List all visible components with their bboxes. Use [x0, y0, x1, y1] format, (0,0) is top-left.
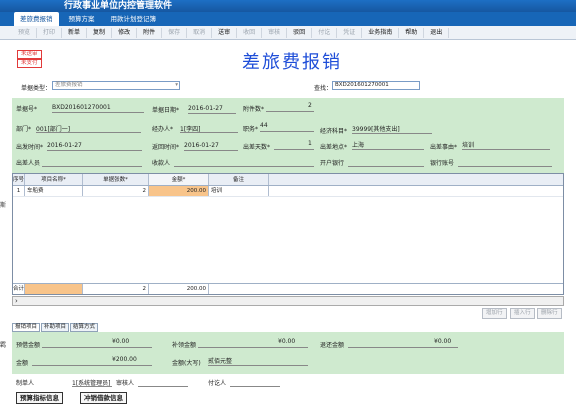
reviewer-label: 审核人: [116, 380, 135, 387]
total-count: 2: [83, 284, 149, 294]
nav-tabs: 差旅费报销 预算方案 用款计划登记簿: [0, 12, 576, 26]
doc-type-label: 单据类型：: [21, 85, 52, 92]
approve-button[interactable]: 审核: [262, 27, 288, 38]
tab-travel-expense[interactable]: 差旅费报销: [14, 12, 59, 26]
print-button[interactable]: 打印: [37, 27, 63, 38]
new-button[interactable]: 新单: [62, 27, 88, 38]
depart-time-label: 出发时间*: [16, 144, 44, 151]
cancel-button[interactable]: 取消: [187, 27, 213, 38]
side-label: 羁: [0, 342, 7, 349]
side-label: 斯: [0, 202, 7, 209]
doc-type-select[interactable]: 差旅费报销 ▾: [52, 81, 180, 90]
return-time-label: 返回时间*: [152, 144, 180, 151]
total-label: 合计: [13, 284, 25, 294]
col-count: 单据张数*: [83, 174, 149, 185]
days-label: 出差天数*: [243, 144, 271, 151]
col-item: 项目名称*: [25, 174, 83, 185]
reason-label: 出差事由*: [430, 144, 458, 151]
loan-offset-button[interactable]: 冲销借款信息: [80, 392, 127, 404]
attach-count-label: 附件数*: [243, 106, 265, 113]
loan-label: 预借金额: [16, 342, 41, 349]
tab-settlement[interactable]: 结算方式: [70, 323, 99, 332]
people-label: 出差人员: [16, 160, 41, 167]
expense-grid: 序号 项目名称* 单据张数* 金额* 备注 1 车船费 2 200.00 培训 …: [12, 173, 564, 295]
col-note: 备注: [209, 174, 269, 185]
not-paid-stamp: 未支付: [17, 59, 42, 68]
grid-total-row: 合计 2 200.00: [13, 283, 563, 294]
bank-no-field[interactable]: [458, 158, 552, 167]
tab-expense-items[interactable]: 报销项目: [12, 323, 41, 332]
table-row[interactable]: 1 车船费 2 200.00 培训: [13, 186, 563, 197]
row-count[interactable]: 2: [83, 186, 149, 196]
bank-label: 开户银行: [320, 160, 345, 167]
voucher-button[interactable]: 凭证: [337, 27, 363, 38]
people-field[interactable]: [42, 158, 142, 167]
search-input[interactable]: BXD201601270001: [332, 81, 420, 90]
total-amount-label: 金额: [16, 360, 29, 367]
delete-row-button[interactable]: 删除行: [537, 308, 562, 319]
total-item-blank: [25, 284, 83, 294]
handler-label: 经办人*: [152, 126, 174, 133]
toolbar: 预览 打印 新单 复制 修改 附件 保存 取消 送审 收回 审核 驳回 付讫 凭…: [0, 26, 576, 40]
submit-button[interactable]: 送审: [212, 27, 238, 38]
reject-button[interactable]: 驳回: [287, 27, 313, 38]
return-label: 退还金额: [320, 342, 345, 349]
chevron-down-icon[interactable]: ▾: [175, 82, 178, 89]
dept-label: 部门*: [16, 126, 32, 133]
payer-label: 付讫人: [208, 380, 227, 387]
payee-field[interactable]: [174, 158, 314, 167]
insert-row-button[interactable]: 插入行: [510, 308, 535, 319]
row-item[interactable]: 车船费: [25, 186, 83, 196]
account-label: 经济科目*: [320, 128, 348, 135]
row-note[interactable]: 培训: [209, 186, 269, 196]
recall-button[interactable]: 收回: [237, 27, 263, 38]
place-label: 出差地点*: [320, 144, 348, 151]
row-actions: 增加行 插入行 删除行: [12, 306, 564, 319]
total-amount: 200.00: [149, 284, 209, 294]
row-amount[interactable]: 200.00: [149, 186, 209, 196]
bank-no-label: 银行账号: [430, 160, 455, 167]
subtabs: 报销项目 补助项目 结算方式: [12, 323, 99, 332]
grid-header: 序号 项目名称* 单据张数* 金额* 备注: [13, 174, 563, 186]
edit-button[interactable]: 修改: [112, 27, 138, 38]
paid-button[interactable]: 付讫: [312, 27, 338, 38]
help-button[interactable]: 帮助: [399, 27, 425, 38]
doc-type-value: 差旅费报销: [55, 82, 83, 88]
expense-form: 未送审 未支付 差旅费报销 单据类型： 差旅费报销 ▾ 查找： BXD20160…: [12, 40, 564, 410]
title-label: 职务*: [243, 126, 259, 133]
document-title: 差旅费报销: [242, 52, 342, 73]
tab-fund-plan[interactable]: 用款计划登记簿: [105, 12, 163, 26]
summary-panel: 预借金额 ¥0.00 补领金额 ¥0.00 退还金额 ¥0.00 金额 ¥200…: [12, 332, 564, 374]
preview-button[interactable]: 预览: [12, 27, 38, 38]
grid-scrollbar[interactable]: ›: [12, 296, 564, 306]
row-no: 1: [13, 186, 25, 196]
exit-button[interactable]: 退出: [424, 27, 450, 38]
payee-label: 收款人: [152, 160, 171, 167]
col-no: 序号: [13, 174, 25, 185]
search-label: 查找：: [314, 85, 333, 92]
chevron-right-icon[interactable]: ›: [15, 297, 18, 305]
bank-field[interactable]: [348, 158, 424, 167]
doc-no-label: 单据号*: [16, 106, 38, 113]
col-amount: 金额*: [149, 174, 209, 185]
guide-button[interactable]: 业务指南: [362, 27, 400, 38]
budget-info-button[interactable]: 预算指标信息: [16, 392, 63, 404]
save-button[interactable]: 保存: [162, 27, 188, 38]
not-submitted-stamp: 未送审: [17, 50, 42, 59]
doc-date-label: 单据日期*: [152, 107, 180, 114]
add-row-button[interactable]: 增加行: [482, 308, 507, 319]
maker-label: 制单人: [16, 380, 35, 387]
tab-allowance-items[interactable]: 补助项目: [41, 323, 70, 332]
refund-label: 补领金额: [172, 342, 197, 349]
total-cn-label: 金额(大写): [172, 360, 201, 367]
app-title: 行政事业单位内控管理软件: [0, 0, 576, 12]
copy-button[interactable]: 复制: [87, 27, 113, 38]
tab-budget-plan[interactable]: 预算方案: [63, 12, 101, 26]
attachment-button[interactable]: 附件: [137, 27, 163, 38]
